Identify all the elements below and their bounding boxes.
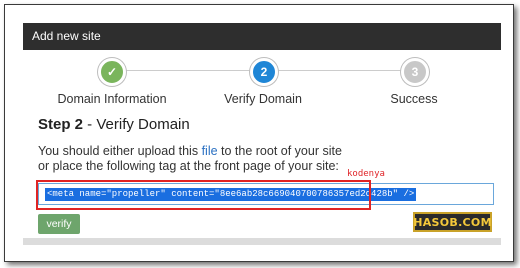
step-1-label: Domain Information — [57, 92, 167, 106]
step-2-circle: 2 — [250, 58, 278, 86]
verify-button[interactable]: verify — [38, 214, 80, 234]
step-1-circle: ✓ — [98, 58, 126, 86]
step-3-circle: 3 — [401, 58, 429, 86]
instructions-line2: or place the following tag at the front … — [38, 159, 339, 173]
step-title-prefix: Step 2 — [38, 116, 84, 133]
step-title: Step 2 - Verify Domain — [38, 116, 190, 133]
step-3-number: 3 — [411, 65, 419, 79]
stepper: ✓ 2 3 Domain Information Verify Domain S… — [23, 50, 501, 108]
panel-header: Add new site — [23, 23, 501, 50]
watermark-logo: HASOB.COM — [413, 212, 492, 232]
step-2-number: 2 — [260, 65, 268, 79]
annotation-highlight-box — [36, 180, 371, 210]
instructions-line1-after: to the root of your site — [217, 144, 342, 158]
annotation-note: kodenya — [347, 169, 385, 179]
file-link[interactable]: file — [202, 144, 218, 158]
instructions-line1-before: You should either upload this — [38, 144, 202, 158]
check-icon: ✓ — [106, 65, 118, 79]
panel-title: Add new site — [32, 29, 101, 43]
step-2-label: Verify Domain — [224, 92, 302, 106]
step-3-label: Success — [390, 92, 438, 106]
panel-footer-bar — [23, 238, 501, 245]
screenshot-frame: Add new site ✓ 2 3 Domain Information Ve… — [4, 4, 514, 262]
step-title-text: - Verify Domain — [83, 116, 190, 133]
instructions: You should either upload this file to th… — [38, 144, 342, 174]
add-site-panel: Add new site ✓ 2 3 Domain Information Ve… — [23, 23, 501, 245]
